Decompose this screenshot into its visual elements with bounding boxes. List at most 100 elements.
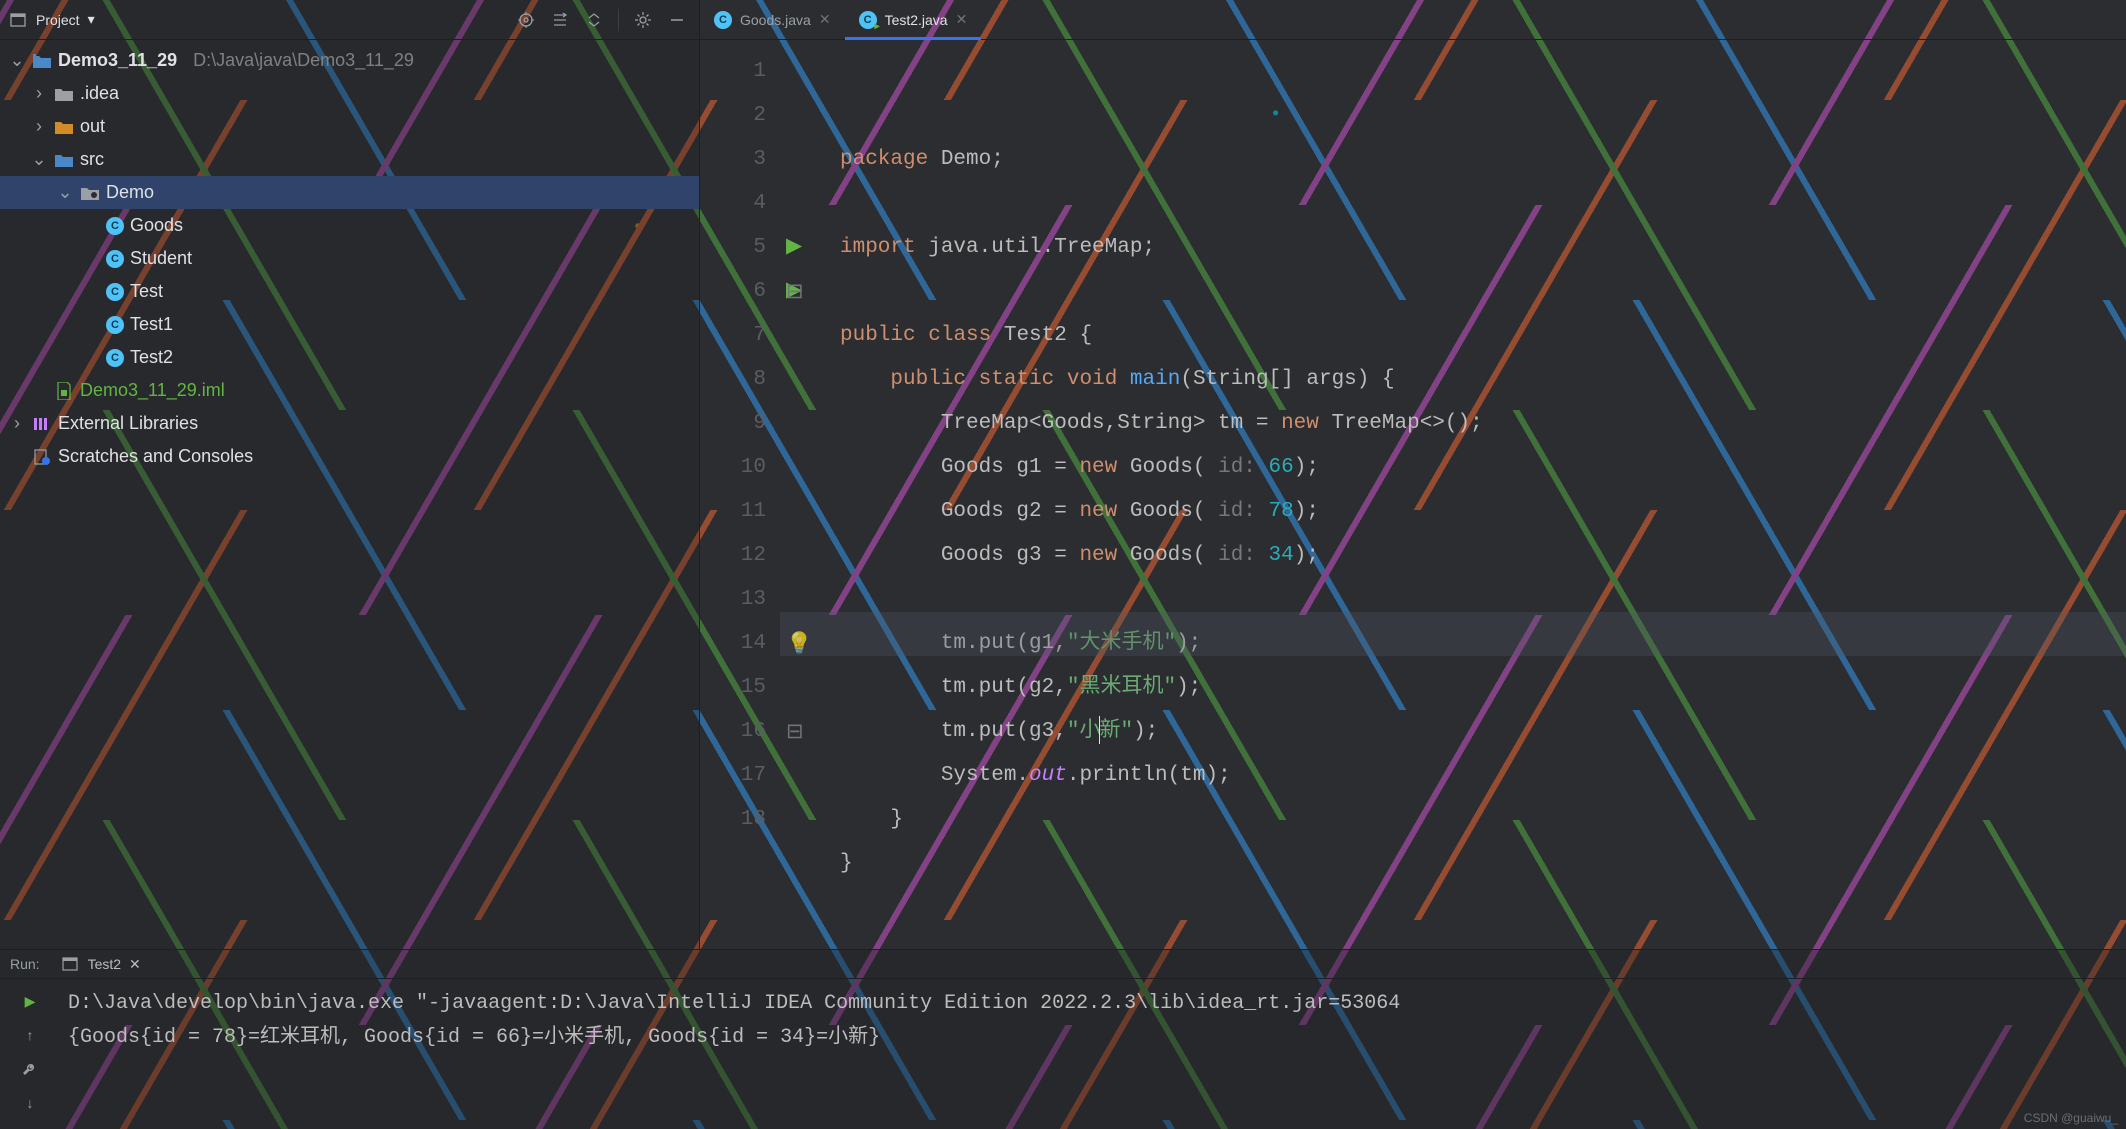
line-number[interactable]: 14 (700, 622, 766, 666)
tree-class-goods[interactable]: CGoods (0, 209, 699, 242)
scroll-down-icon[interactable]: ↓ (16, 1089, 44, 1117)
chevron-right-icon[interactable]: › (30, 116, 48, 137)
line-number[interactable]: 11 (700, 490, 766, 534)
code-token: public (840, 324, 916, 347)
param-hint: id: (1205, 456, 1268, 479)
chevron-down-icon[interactable]: ⌄ (8, 50, 26, 71)
class-label: Test (130, 281, 163, 302)
tree-src-folder[interactable]: ⌄ src (0, 143, 699, 176)
line-number[interactable]: 4 (700, 182, 766, 226)
line-number[interactable]: 12 (700, 534, 766, 578)
tree-class-test1[interactable]: C Test1 (0, 308, 699, 341)
libraries-icon (32, 414, 52, 434)
run-header: Run: Test2 ✕ (0, 950, 2126, 979)
tab-goods[interactable]: C Goods.java ✕ (700, 0, 845, 39)
code-token: Test2 { (991, 324, 1092, 347)
close-icon[interactable]: ✕ (956, 11, 968, 28)
tree-external-libs[interactable]: ›External Libraries (0, 407, 699, 440)
rerun-icon[interactable]: ▶ (16, 987, 44, 1015)
code-token: .println(tm); (1067, 764, 1231, 787)
code-token: TreeMap<>(); (1319, 412, 1483, 435)
project-tree[interactable]: ⌄ Demo3_11_29 D:\Java\java\Demo3_11_29 ›… (0, 40, 699, 949)
more-icon[interactable]: ≡ (16, 1123, 44, 1129)
line-number[interactable]: 18 (700, 798, 766, 842)
hide-panel-icon[interactable] (663, 6, 691, 34)
line-number[interactable]: 5 (700, 226, 766, 270)
param-hint: id: (1205, 544, 1268, 567)
code-token: ); (1294, 544, 1319, 567)
code-token: 66 (1269, 456, 1294, 479)
code-text[interactable]: package Demo; import java.util.TreeMap; … (780, 40, 2126, 949)
run-tool-window: Run: Test2 ✕ ▶ ↑ ↓ ≡ D:\Java\develop\bin… (0, 949, 2126, 1129)
line-number[interactable]: 10 (700, 446, 766, 490)
editor-area: C Goods.java ✕ C▸ Test2.java ✕ 1 2 3 4 5… (700, 0, 2126, 949)
line-number[interactable]: 3 (700, 138, 766, 182)
code-token: 34 (1269, 544, 1294, 567)
settings-gear-icon[interactable] (629, 6, 657, 34)
line-number[interactable]: 7 (700, 314, 766, 358)
chevron-right-icon[interactable]: › (30, 83, 48, 104)
wrench-icon[interactable] (16, 1055, 44, 1083)
line-gutter[interactable]: 1 2 3 4 5 6 7 8 9 10 11 12 13 14 15 16 1… (700, 40, 780, 949)
tree-package[interactable]: ⌄ Demo (0, 176, 699, 209)
line-number[interactable]: 1 (700, 50, 766, 94)
chevron-down-icon[interactable]: ⌄ (56, 182, 74, 203)
folder-label: .idea (80, 83, 119, 104)
tree-class-test2[interactable]: CTest2 (0, 341, 699, 374)
class-label: Test1 (130, 314, 173, 335)
project-view-selector[interactable]: Project ▾ (8, 10, 95, 30)
code-editor[interactable]: 1 2 3 4 5 6 7 8 9 10 11 12 13 14 15 16 1… (700, 40, 2126, 949)
code-token: (String[] args) { (1180, 368, 1394, 391)
java-class-icon: C (106, 283, 124, 301)
code-token: tm.put(g2, (840, 676, 1067, 699)
line-number[interactable]: 15 (700, 666, 766, 710)
java-class-icon: C (714, 11, 732, 29)
tab-label: Goods.java (740, 12, 811, 28)
code-token: TreeMap<Goods,String> tm = (840, 412, 1281, 435)
select-opened-file-icon[interactable] (512, 6, 540, 34)
run-config-tab[interactable]: Test2 ✕ (50, 950, 151, 978)
java-class-icon: C (106, 316, 124, 334)
chevron-down-icon[interactable]: ⌄ (30, 149, 48, 170)
tree-iml-file[interactable]: Demo3_11_29.iml (0, 374, 699, 407)
editor-tabs: C Goods.java ✕ C▸ Test2.java ✕ (700, 0, 2126, 40)
project-sidebar: Project ▾ ⌄ Demo3_11_29 D:\Java\java\Dem… (0, 0, 700, 949)
scroll-up-icon[interactable]: ↑ (16, 1021, 44, 1049)
line-number[interactable]: 17 (700, 754, 766, 798)
separator (618, 9, 619, 31)
chevron-right-icon[interactable]: › (8, 413, 26, 434)
code-token: "小 (1067, 720, 1101, 743)
tree-idea-folder[interactable]: › .idea (0, 77, 699, 110)
console-output[interactable]: D:\Java\develop\bin\java.exe "-javaagent… (60, 979, 2126, 1129)
java-class-run-icon: C▸ (859, 11, 877, 29)
tab-test2[interactable]: C▸ Test2.java ✕ (845, 0, 982, 39)
tree-root[interactable]: ⌄ Demo3_11_29 D:\Java\java\Demo3_11_29 (0, 44, 699, 77)
code-token: tm.put(g3, (840, 720, 1067, 743)
line-number[interactable]: 6 (700, 270, 766, 314)
module-folder-icon (32, 51, 52, 71)
package-icon (80, 183, 100, 203)
code-token: package (840, 148, 928, 171)
collapse-all-icon[interactable] (580, 6, 608, 34)
close-icon[interactable]: ✕ (129, 956, 141, 973)
code-token: Goods( (1117, 544, 1205, 567)
run-label: Run: (10, 956, 40, 972)
expand-all-icon[interactable] (546, 6, 574, 34)
tree-class-test[interactable]: C Test (0, 275, 699, 308)
run-config-name: Test2 (88, 956, 121, 972)
java-class-icon: C (106, 217, 124, 235)
line-number[interactable]: 2 (700, 94, 766, 138)
code-token: out (1029, 764, 1067, 787)
tree-class-student[interactable]: CStudent (0, 242, 699, 275)
tree-scratches[interactable]: Scratches and Consoles (0, 440, 699, 473)
line-number[interactable]: 16 (700, 710, 766, 754)
iml-label: Demo3_11_29.iml (80, 380, 225, 401)
close-icon[interactable]: ✕ (819, 11, 831, 28)
line-number[interactable]: 13 (700, 578, 766, 622)
code-token: 78 (1269, 500, 1294, 523)
line-number[interactable]: 8 (700, 358, 766, 402)
tree-out-folder[interactable]: › out (0, 110, 699, 143)
param-hint: id: (1205, 500, 1268, 523)
console-line: {Goods{id = 78}=红米耳机, Goods{id = 66}=小米手… (68, 1026, 880, 1049)
line-number[interactable]: 9 (700, 402, 766, 446)
